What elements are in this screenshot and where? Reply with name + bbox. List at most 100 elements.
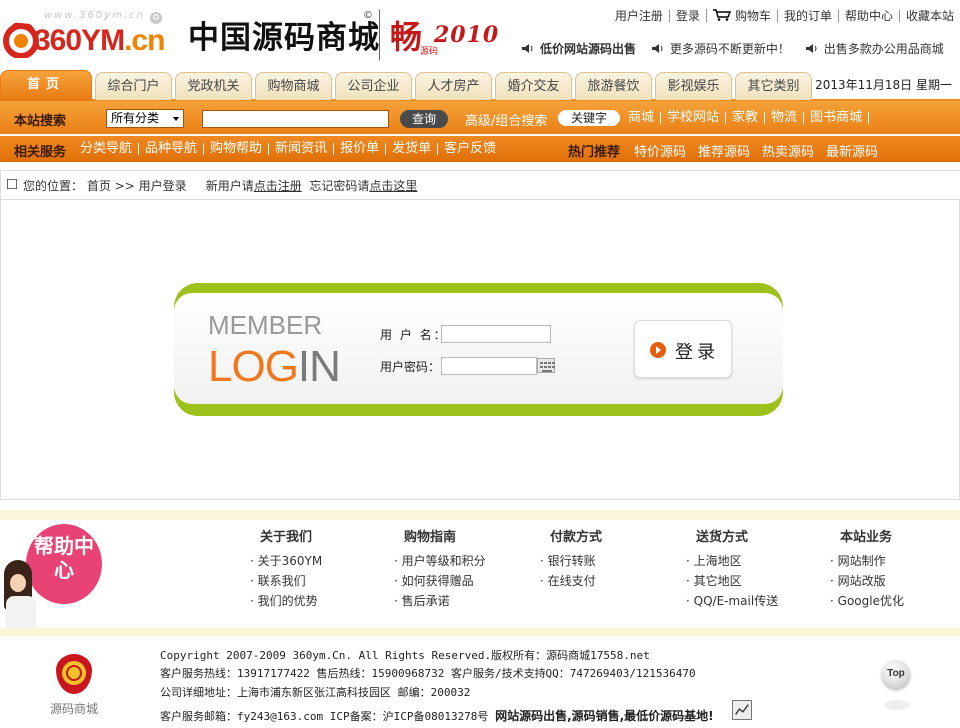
promo-2010-banner: 畅 2010 源码 <box>390 10 520 62</box>
service-link[interactable]: 分类导航 <box>74 142 140 155</box>
tab-portal[interactable]: 综合门户 <box>95 72 172 100</box>
keyword-label: 关键字 <box>558 110 620 126</box>
tab-travel[interactable]: 旅游餐饮 <box>575 72 652 100</box>
slogan: 网站源码出售,源码销售,最低价源码基地! <box>495 709 714 723</box>
footer-link[interactable]: 其它地区 <box>686 571 778 591</box>
hot-link[interactable]: 热卖源码 <box>756 141 820 160</box>
keyword-link[interactable]: 商城 <box>628 111 662 124</box>
service-link[interactable]: 发货单 <box>386 142 439 155</box>
tab-other[interactable]: 其它类别 <box>735 72 812 100</box>
footer-link[interactable]: 在线支付 <box>540 571 602 591</box>
footer-col-business: 本站业务 网站制作 网站改版 Google优化 <box>830 526 904 611</box>
footer-link[interactable]: 网站改版 <box>830 571 904 591</box>
keyword-links: 商城 学校网站 家教 物流 图书商城 <box>628 110 870 125</box>
keyword-link[interactable]: 学校网站 <box>661 111 727 124</box>
username-input[interactable] <box>441 325 551 343</box>
certificate-icon[interactable] <box>732 700 752 720</box>
tab-jobs-realty[interactable]: 人才房产 <box>415 72 492 100</box>
hot-link[interactable]: 特价源码 <box>628 141 692 160</box>
username-label: 用 户 名： <box>380 328 448 342</box>
service-link[interactable]: 购物帮助 <box>204 142 270 155</box>
service-link[interactable]: 新闻资讯 <box>269 142 335 155</box>
police-emblem-icon[interactable] <box>56 654 92 694</box>
keyword-link[interactable]: 物流 <box>765 111 805 124</box>
keyword-link[interactable]: 图书商城 <box>804 111 870 124</box>
site-logo[interactable]: www.360ym.cn ✪ 360YM.cn <box>0 6 182 62</box>
hot-link[interactable]: 推荐源码 <box>692 141 756 160</box>
services-links: 分类导航 品种导航 购物帮助 新闻资讯 报价单 发货单 客户反馈 <box>74 141 502 156</box>
help-center-badge[interactable]: 帮助中心 <box>0 520 110 632</box>
notice-item[interactable]: 更多源码不断更新中！ <box>651 40 790 57</box>
help-badge-text: 帮助中心 <box>34 534 94 582</box>
registered-mark: © <box>363 10 373 21</box>
speaker-icon <box>522 44 533 53</box>
back-to-top-button[interactable]: Top <box>882 660 910 688</box>
speaker-icon <box>651 44 663 53</box>
cart-icon <box>712 9 731 21</box>
hot-links: 特价源码 推荐源码 热卖源码 最新源码 <box>628 141 884 160</box>
category-select[interactable]: 所有分类 <box>106 109 184 128</box>
current-date: 2013年11月18日 星期一 <box>815 78 952 92</box>
emblem-caption: 源码商城 <box>50 702 99 716</box>
forgot-password-link[interactable]: 点击这里 <box>369 179 417 193</box>
notice-item[interactable]: 出售多款办公用品商城 <box>805 40 944 57</box>
location-icon <box>7 179 17 189</box>
bookmark-link[interactable]: 收藏本站 <box>898 10 960 22</box>
footer-link[interactable]: 如何获得赠品 <box>394 571 486 591</box>
copyright-line: Copyright 2007-2009 360ym.Cn. All Rights… <box>160 649 650 662</box>
tab-government[interactable]: 党政机关 <box>175 72 252 100</box>
service-link[interactable]: 报价单 <box>334 142 387 155</box>
search-input[interactable] <box>202 110 389 128</box>
tab-home[interactable]: 首页 <box>0 70 92 101</box>
top-nav: 用户注册 登录 购物车 我的订单 帮助中心 收藏本站 <box>609 9 960 25</box>
footer-link[interactable]: 上海地区 <box>686 551 778 571</box>
advanced-search-link[interactable]: 高级/组合搜索 <box>465 110 547 129</box>
notice-item[interactable]: 低价网站源码出售 <box>522 40 636 57</box>
tab-entertainment[interactable]: 影视娱乐 <box>655 72 732 100</box>
breadcrumb-current: 用户登录 <box>138 179 187 193</box>
breadcrumb-text: 您的位置： 首页 >> 用户登录 新用户请点击注册 忘记密码请点击这里 <box>23 179 418 193</box>
promo-sub: 源码 <box>420 47 439 57</box>
footer-link[interactable]: 联系我们 <box>250 571 322 591</box>
footer-link[interactable]: 售后承诺 <box>394 591 486 611</box>
footer-link[interactable]: Google优化 <box>830 591 904 611</box>
cart-link[interactable]: 购物车 <box>705 9 777 22</box>
login-button[interactable]: 登录 <box>634 320 732 378</box>
search-bar: 本站搜索 所有分类 查询 高级/组合搜索 关键字 商城 学校网站 家教 物流 图书商城 <box>0 101 960 134</box>
virtual-keyboard-icon[interactable] <box>537 358 555 373</box>
tab-shopping[interactable]: 购物商城 <box>255 72 332 100</box>
footer-link[interactable]: 我们的优势 <box>250 591 322 611</box>
keyword-link[interactable]: 家教 <box>726 111 766 124</box>
play-arrow-icon <box>650 342 666 358</box>
footer-link[interactable]: 关于360YM <box>250 551 323 571</box>
help-center-link[interactable]: 帮助中心 <box>837 10 899 22</box>
footer-col-guide: 购物指南 用户等级和积分 如何获得赠品 售后承诺 <box>394 526 486 611</box>
site-name: 中国源码商城 <box>188 20 380 56</box>
orders-link[interactable]: 我的订单 <box>776 10 838 22</box>
register-link[interactable]: 用户注册 <box>609 10 669 22</box>
hot-label: 热门推荐 <box>568 145 621 160</box>
login-heading: LOGIN <box>208 342 341 391</box>
footer-link[interactable]: 网站制作 <box>830 551 904 571</box>
login-link[interactable]: 登录 <box>668 10 706 22</box>
email-icp-line: 客户服务邮箱：fy243@163.com ICP备案：沪ICP备08013278… <box>160 709 714 723</box>
footer-link[interactable]: QQ/E-mail传送 <box>686 591 779 611</box>
service-link[interactable]: 品种导航 <box>139 142 205 155</box>
footer-link[interactable]: 银行转账 <box>540 551 602 571</box>
logo-badge-icon: ✪ <box>150 12 162 24</box>
password-input[interactable] <box>441 357 537 375</box>
member-heading: MEMBER <box>208 310 323 340</box>
speaker-icon <box>805 44 817 53</box>
category-tabs: 首页 综合门户 党政机关 购物商城 公司企业 人才房产 婚介交友 旅游餐饮 影视… <box>0 70 960 101</box>
footer-col-payment: 付款方式 银行转账 在线支付 <box>540 526 602 591</box>
logo-brand: 360YM.cn <box>34 24 165 57</box>
search-button[interactable]: 查询 <box>400 110 448 128</box>
footer-link[interactable]: 用户等级和积分 <box>394 551 486 571</box>
tab-dating[interactable]: 婚介交友 <box>495 72 572 100</box>
register-link-inline[interactable]: 点击注册 <box>254 179 302 193</box>
service-link[interactable]: 客户反馈 <box>438 142 502 155</box>
hot-link[interactable]: 最新源码 <box>820 141 884 160</box>
footer-col-delivery: 送货方式 上海地区 其它地区 QQ/E-mail传送 <box>686 526 779 611</box>
tab-company[interactable]: 公司企业 <box>335 72 412 100</box>
breadcrumb-home[interactable]: 首页 <box>87 179 111 193</box>
